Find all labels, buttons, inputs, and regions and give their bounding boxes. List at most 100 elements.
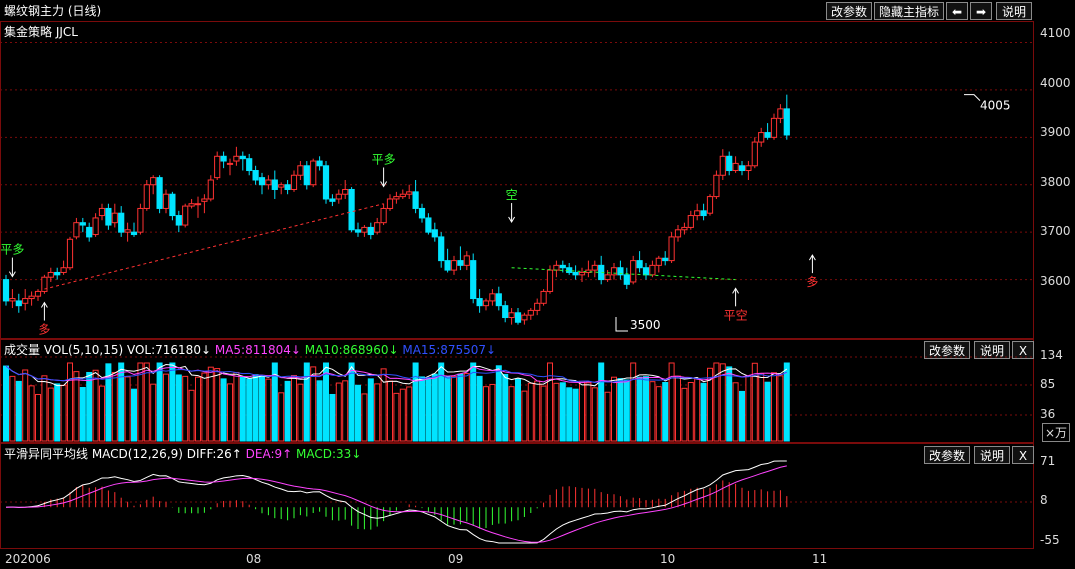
volume-chart[interactable] — [0, 339, 1034, 443]
candle-body — [150, 177, 157, 186]
candle-body — [322, 165, 330, 200]
volume-bar — [419, 376, 425, 442]
volume-bar — [502, 373, 509, 442]
high-price-label: 4005 — [980, 99, 1011, 113]
volume-bar — [124, 376, 131, 442]
candle-body — [418, 207, 426, 219]
candle-body — [642, 267, 650, 276]
volume-bar — [207, 366, 214, 442]
candle-body — [201, 198, 208, 202]
candle-body — [105, 207, 112, 226]
candle-body — [361, 226, 368, 233]
volume-bar — [668, 362, 675, 442]
volume-bar — [540, 385, 547, 442]
volume-bar — [278, 392, 285, 442]
volume-bar — [252, 374, 259, 442]
candle-body — [137, 207, 144, 233]
signal-label: 平空 — [724, 308, 748, 322]
volume-bar — [118, 362, 125, 442]
volume-bar — [99, 385, 105, 442]
volume-bar — [374, 383, 381, 442]
candle-body — [687, 215, 694, 228]
volume-bar — [527, 382, 534, 442]
arrow-left-icon[interactable]: ⬅ — [946, 2, 968, 20]
volume-bar — [182, 375, 189, 442]
volume-bar — [579, 380, 585, 442]
low-price-label: 3500 — [630, 318, 661, 332]
candle-body — [514, 312, 522, 323]
volume-bar — [655, 386, 662, 442]
volume-bar — [457, 373, 464, 442]
candle-body — [367, 226, 374, 236]
candle-body — [265, 179, 272, 186]
candle-body — [60, 267, 67, 273]
trend-line-short — [511, 267, 736, 281]
volume-bar — [783, 362, 790, 442]
volume-bar — [3, 365, 9, 442]
price-tick: 4100 — [1040, 26, 1071, 40]
edit-params-button[interactable]: 改参数 — [826, 2, 872, 20]
candle-body — [169, 193, 176, 217]
volume-bar — [553, 382, 560, 442]
volume-bar — [521, 390, 528, 442]
candlestick-chart[interactable]: 平多多平多空平空多40053500 — [0, 21, 1034, 339]
volume-bar — [508, 386, 515, 442]
candle-body — [751, 141, 758, 167]
candle-body — [476, 298, 483, 307]
candle-body — [374, 222, 381, 233]
candle-body — [655, 257, 662, 266]
volume-bar — [412, 362, 419, 442]
candle-body — [738, 165, 746, 172]
volume-bar — [598, 362, 605, 442]
macd-dea-line — [5, 465, 787, 543]
candle-body — [732, 162, 739, 172]
candle-body — [342, 188, 349, 195]
candle-body — [508, 312, 515, 319]
candle-body — [572, 271, 579, 276]
candle-body — [623, 274, 630, 285]
volume-bar — [361, 393, 368, 442]
candle-body — [310, 160, 317, 186]
candle-body — [770, 117, 778, 138]
hide-main-indicator-button[interactable]: 隐藏主指标 — [874, 2, 944, 20]
candle-body — [329, 198, 336, 202]
time-tick: 09 — [448, 552, 464, 566]
candle-body — [668, 236, 675, 262]
help-button[interactable]: 说明 — [996, 2, 1032, 20]
volume-bar — [342, 380, 349, 442]
volume-bar — [73, 371, 80, 442]
candle-body — [284, 184, 291, 190]
candle-body — [246, 158, 253, 172]
signal-label: 平多 — [0, 243, 24, 257]
candle-body — [482, 300, 490, 307]
arrow-right-icon[interactable]: ➡ — [970, 2, 992, 20]
candle-body — [233, 155, 240, 162]
volume-bar — [367, 378, 374, 442]
volume-bar — [22, 369, 29, 442]
time-tick: 11 — [812, 552, 828, 566]
macd-tick: -55 — [1040, 533, 1060, 547]
candle-body — [553, 264, 560, 271]
volume-bar — [220, 378, 227, 442]
signal-label: 多 — [38, 323, 50, 337]
volume-bar — [425, 377, 432, 442]
volume-bar — [630, 362, 637, 442]
volume-bar — [636, 376, 643, 442]
signal-label: 平多 — [372, 152, 396, 166]
volume-bar — [9, 375, 16, 442]
candle-body — [694, 210, 701, 217]
candle-body — [47, 271, 54, 278]
volume-bar — [15, 380, 22, 442]
volume-bar — [54, 383, 61, 442]
candle-body — [278, 184, 285, 188]
volume-bar — [175, 374, 182, 442]
candle-body — [162, 193, 170, 209]
candle-body — [130, 231, 138, 236]
macd-chart[interactable] — [0, 443, 1034, 549]
volume-bar — [297, 383, 304, 442]
volume-bar — [623, 379, 630, 442]
volume-bar — [700, 382, 707, 442]
candle-body — [73, 222, 80, 238]
volume-bar — [547, 362, 553, 442]
candle-body — [444, 260, 451, 271]
